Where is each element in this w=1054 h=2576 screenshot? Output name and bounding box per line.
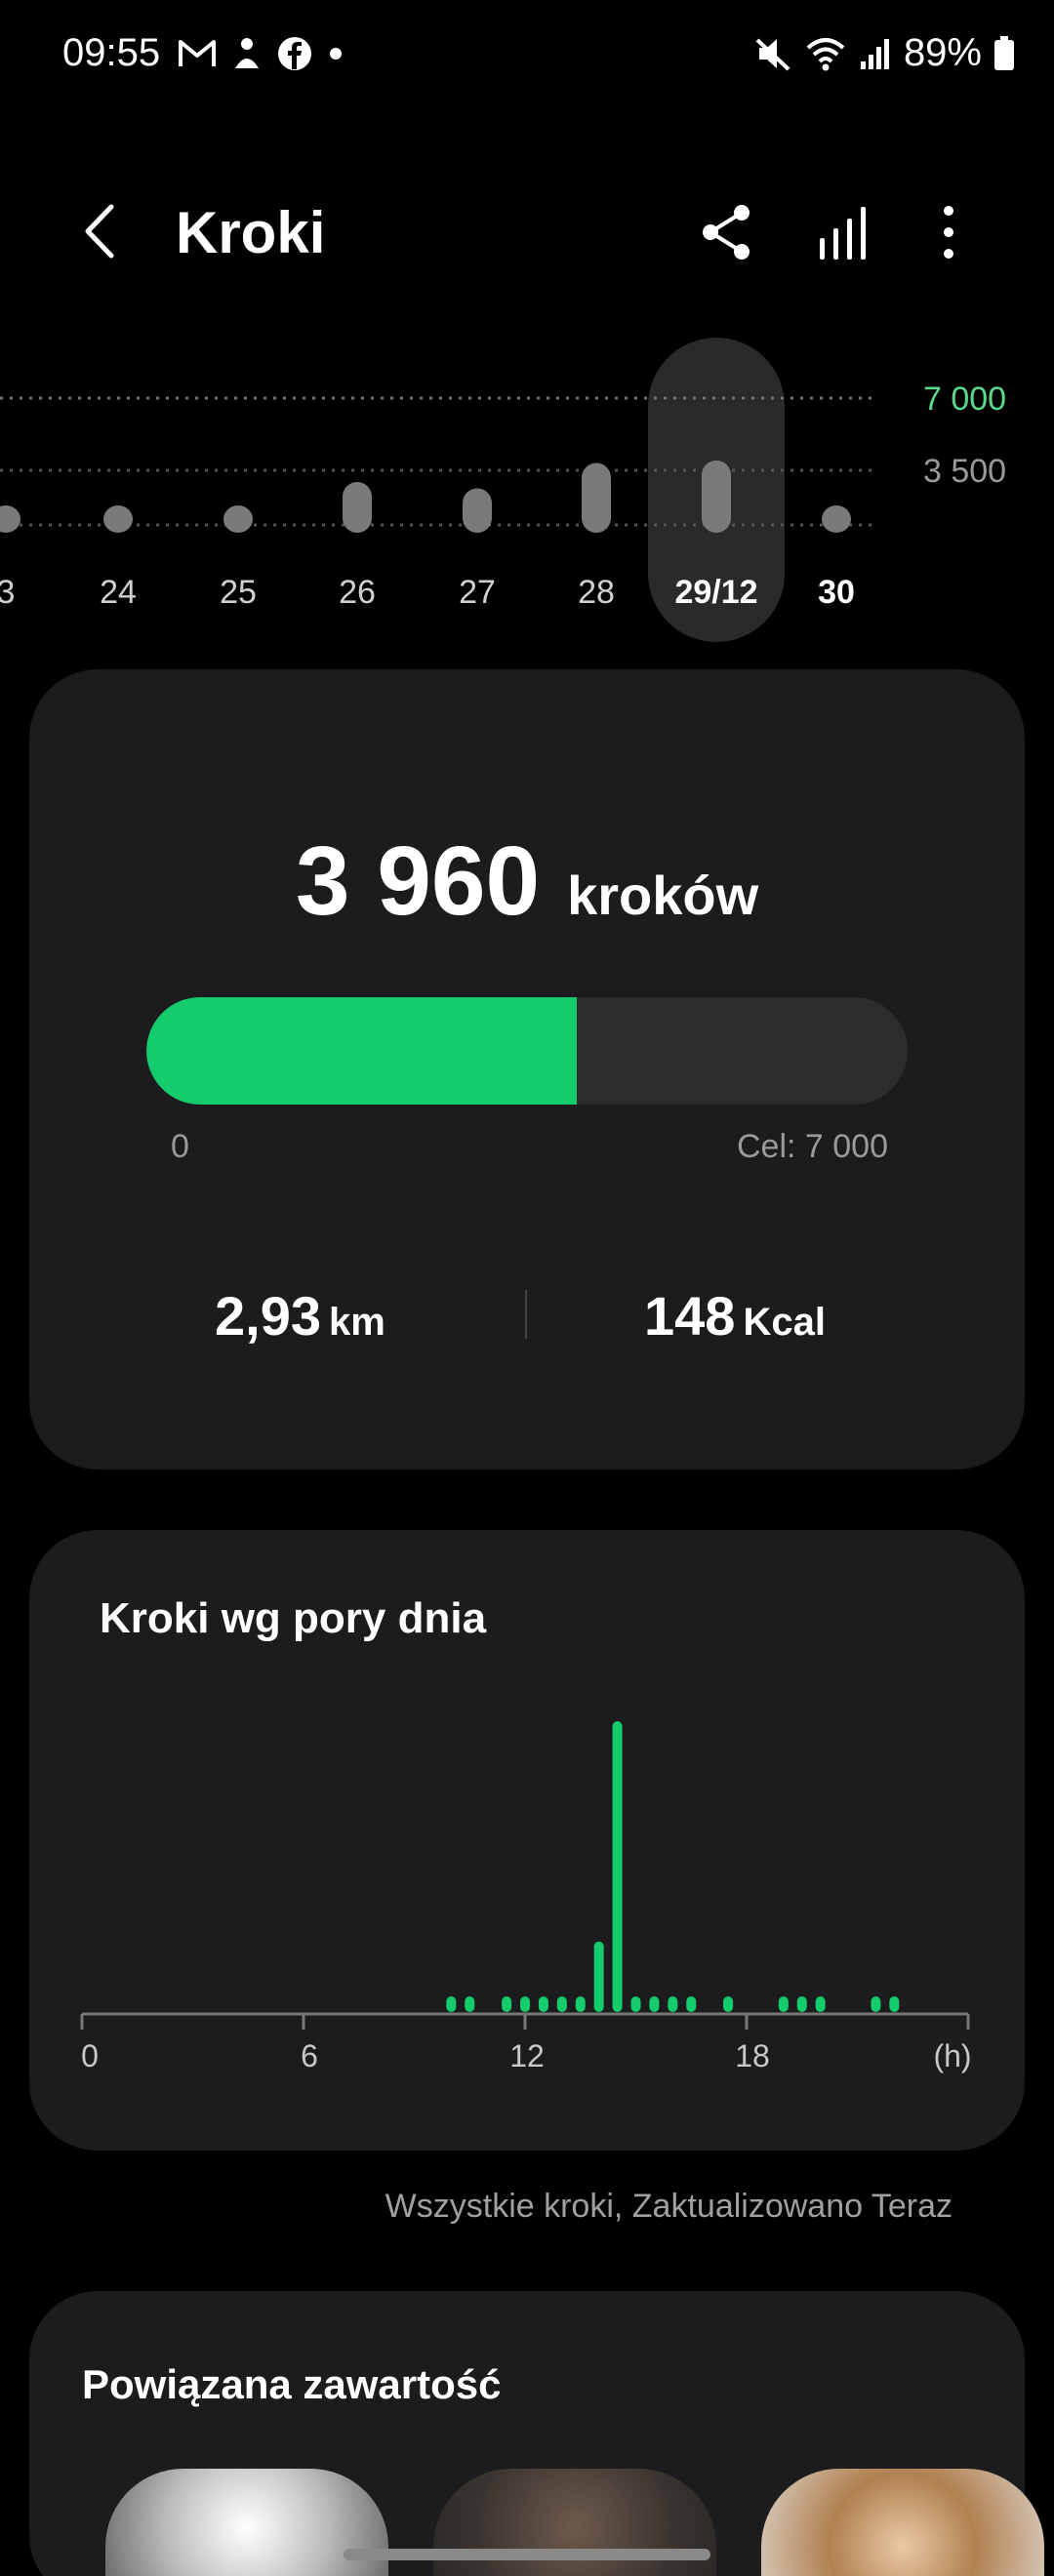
- week-day-bar[interactable]: [103, 505, 133, 533]
- facebook-icon: [278, 37, 311, 70]
- hourly-bar: [871, 1996, 881, 2012]
- distance-value: 2,93: [215, 1285, 321, 1347]
- dot-icon: [330, 48, 342, 60]
- hourly-bar: [465, 1996, 475, 2012]
- week-day-label[interactable]: 3: [0, 574, 64, 612]
- app-icon: [235, 38, 259, 68]
- hourly-bar: [520, 1996, 530, 2012]
- hourly-bar: [446, 1996, 457, 2012]
- progress-min-label: 0: [171, 1128, 189, 1165]
- distance-unit: km: [329, 1301, 385, 1344]
- progress-goal-label: Cel: 7 000: [737, 1128, 888, 1165]
- week-goal-label: 7 000: [923, 381, 1007, 418]
- calories-stat: 148 Kcal: [644, 1284, 826, 1348]
- update-footnote: Wszystkie kroki, Zaktualizowano Teraz: [385, 2188, 953, 2225]
- hourly-bar: [889, 1996, 900, 2012]
- status-bar: 09:55 89%: [0, 0, 1054, 112]
- share-button[interactable]: [695, 201, 757, 263]
- steps-progress-bar: [146, 997, 908, 1105]
- calories-value: 148: [644, 1285, 736, 1347]
- hourly-bar: [723, 1996, 734, 2012]
- hourly-bar: [796, 1996, 807, 2012]
- hourly-steps-card[interactable]: Kroki wg pory dnia 0 6 12 18 (h): [29, 1530, 1025, 2151]
- mute-icon: [755, 38, 790, 70]
- gesture-bar[interactable]: [344, 2549, 710, 2560]
- week-day-bar[interactable]: [702, 460, 731, 533]
- calories-unit: Kcal: [743, 1301, 826, 1344]
- hourly-bar: [538, 1996, 548, 2012]
- x-tick-label: (h): [933, 2038, 971, 2073]
- gmail-icon: [179, 40, 216, 66]
- stat-divider: [525, 1290, 527, 1339]
- bar-chart-button[interactable]: [812, 201, 874, 263]
- related-thumbnail-3[interactable]: [761, 2469, 1044, 2576]
- week-day-label[interactable]: 25: [180, 574, 297, 612]
- related-content-card: Powiązana zawartość: [29, 2291, 1044, 2576]
- wifi-icon: [806, 37, 845, 70]
- hourly-bar: [556, 1996, 567, 2012]
- x-tick-label: 18: [735, 2038, 770, 2073]
- status-right: 89%: [753, 31, 1015, 75]
- notification-icons: [178, 35, 345, 72]
- page-title: Kroki: [176, 200, 326, 265]
- steps-summary-card: 3 960 kroków 0 Cel: 7 000 2,93 km 148 Kcal: [29, 669, 1025, 1469]
- battery-icon: [994, 35, 1014, 70]
- signal-icon: [860, 38, 889, 69]
- steps-total: 3 960 kroków: [29, 825, 1025, 938]
- hourly-bar: [778, 1996, 789, 2012]
- hourly-bar: [502, 1996, 512, 2012]
- back-button[interactable]: [68, 197, 137, 265]
- week-day-bar[interactable]: [0, 505, 20, 533]
- x-tick-label: 6: [301, 2038, 318, 2073]
- week-strip[interactable]: 7 000 3 500 3 24 25 26 27 28 29/12 30: [0, 332, 1054, 654]
- week-day-bar[interactable]: [582, 463, 611, 534]
- app-bar: Kroki: [0, 176, 1054, 293]
- x-tick-label: 12: [509, 2038, 545, 2073]
- week-day-bar[interactable]: [223, 505, 253, 533]
- hourly-bar: [575, 1996, 586, 2012]
- hourly-bar: [593, 1941, 604, 2012]
- week-day-bar[interactable]: [822, 505, 851, 533]
- more-options-button[interactable]: [917, 201, 980, 263]
- distance-stat: 2,93 km: [215, 1284, 385, 1348]
- week-day-label[interactable]: 29/12: [658, 574, 775, 612]
- related-title: Powiązana zawartość: [82, 2361, 502, 2407]
- hourly-bar: [668, 1996, 678, 2012]
- week-day-label[interactable]: 30: [778, 574, 895, 612]
- week-day-bar[interactable]: [343, 482, 372, 533]
- hourly-bar: [815, 1996, 826, 2012]
- week-day-label[interactable]: 26: [299, 574, 416, 612]
- week-day-bar[interactable]: [463, 488, 492, 534]
- hourly-bar: [630, 1996, 641, 2012]
- hourly-bar: [649, 1996, 660, 2012]
- status-time: 09:55: [62, 31, 161, 74]
- week-day-label[interactable]: 28: [538, 574, 655, 612]
- steps-count: 3 960: [295, 826, 541, 936]
- week-half-label: 3 500: [923, 453, 1007, 490]
- hourly-chart: 0 6 12 18 (h): [80, 1721, 972, 2073]
- week-day-label[interactable]: 27: [419, 574, 536, 612]
- steps-progress-fill: [146, 997, 578, 1105]
- related-thumbnail-1[interactable]: [105, 2469, 388, 2576]
- battery-percent: 89%: [903, 31, 982, 74]
- hourly-bar: [686, 1996, 697, 2012]
- x-tick-label: 0: [81, 2038, 99, 2073]
- hourly-bar: [612, 1721, 623, 2012]
- steps-unit: kroków: [567, 865, 759, 926]
- steps-screen: 09:55 89% Kroki 7 000 3 500 3 24 25 26 2…: [0, 0, 1054, 2576]
- week-day-label[interactable]: 24: [60, 574, 177, 612]
